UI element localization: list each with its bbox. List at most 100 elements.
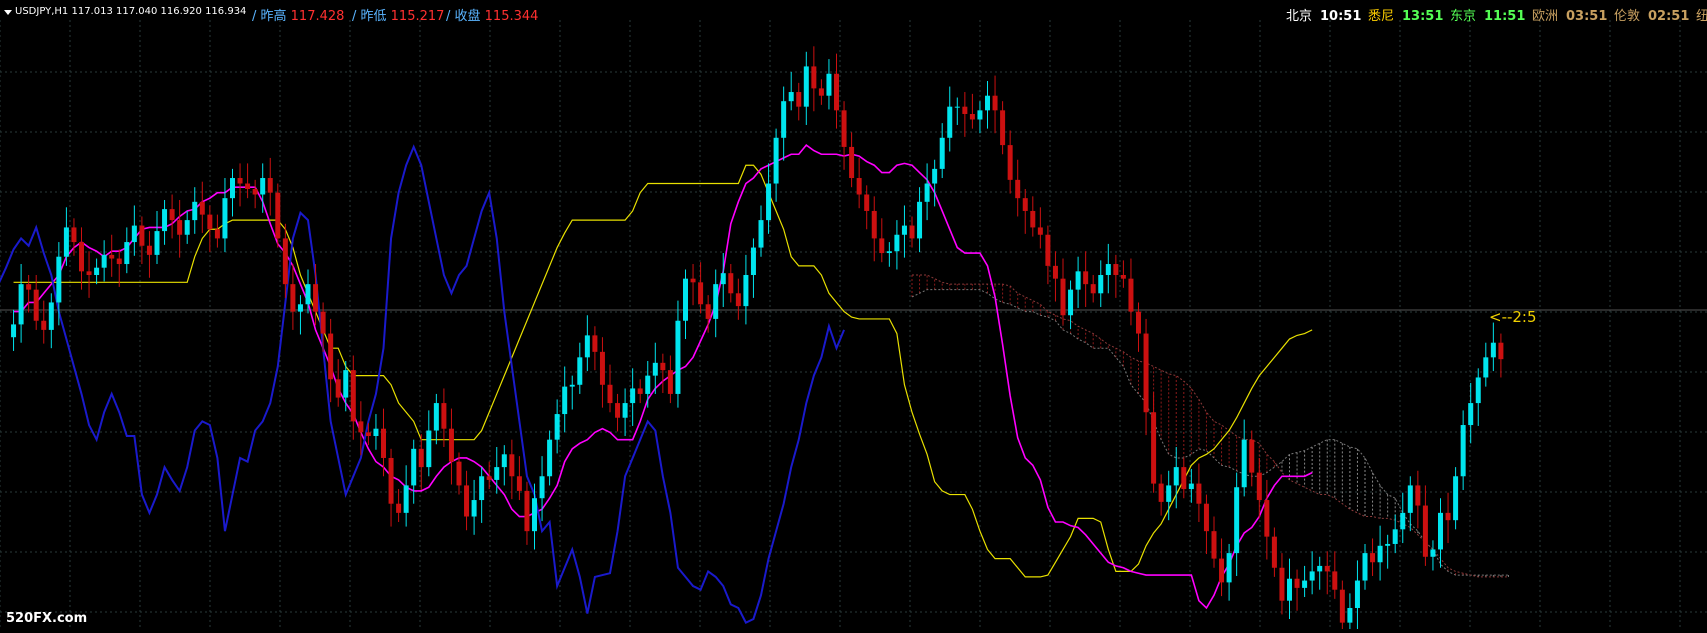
candle-body — [1052, 265, 1058, 279]
candle-body — [381, 428, 386, 458]
candle-body — [1211, 531, 1217, 559]
candle-body — [615, 403, 621, 418]
candle-body — [1362, 553, 1368, 581]
candle-body — [1234, 487, 1240, 554]
candle-body — [479, 476, 485, 501]
candle-body — [1045, 234, 1051, 266]
candle-body — [1294, 578, 1300, 588]
symbol-info: USDJPY,H1 117.013 117.040 116.920 116.93… — [15, 6, 247, 17]
candle-body — [313, 284, 319, 312]
candle-body — [690, 278, 696, 283]
candle-body — [781, 101, 787, 138]
candle-body — [554, 414, 560, 440]
candle-body — [94, 267, 100, 276]
clock-city: 伦敦 — [1614, 9, 1641, 24]
candle-body — [26, 284, 32, 290]
candle-body — [1407, 485, 1413, 513]
candle-body — [350, 370, 356, 422]
candle-body — [48, 302, 54, 330]
candle-body — [562, 386, 568, 415]
candle-body — [290, 284, 296, 312]
candle-body — [1173, 467, 1179, 486]
candle-body — [630, 388, 636, 404]
candle-body — [486, 476, 492, 480]
candle-body — [1453, 476, 1459, 521]
candle-body — [1037, 227, 1043, 235]
candle-body — [1317, 565, 1323, 572]
candle-body — [962, 106, 968, 114]
candle-body — [1279, 567, 1285, 601]
candle-body — [743, 275, 749, 307]
candle-body — [705, 304, 711, 319]
chart-area[interactable] — [0, 0, 1707, 633]
close: / 收盘 115.344 — [446, 5, 538, 24]
candle-body — [124, 242, 130, 265]
candle-body — [1030, 210, 1036, 228]
candle-body — [592, 335, 598, 352]
candle-body — [622, 403, 628, 418]
candle-body — [1460, 425, 1466, 477]
candle-body — [192, 201, 198, 221]
candle-body — [901, 225, 907, 235]
clock-city: 纽约 — [1696, 9, 1707, 24]
candle-body — [471, 500, 477, 517]
symbol-dropdown-icon[interactable] — [4, 10, 12, 15]
candle-body — [1083, 271, 1089, 285]
candle-body — [139, 225, 145, 246]
candle-body — [1422, 505, 1428, 557]
candle-body — [1415, 485, 1421, 506]
candle-body — [750, 247, 756, 276]
candle-body — [947, 106, 953, 138]
candle-body — [864, 194, 870, 211]
candle-body — [1007, 145, 1013, 180]
candle-body — [335, 379, 341, 398]
candle-body — [214, 229, 220, 239]
candle-body — [320, 311, 326, 334]
candle-body — [909, 225, 915, 239]
candle-body — [1271, 536, 1277, 568]
clock-time: 11:51 — [1484, 9, 1526, 24]
candle-body — [267, 178, 273, 193]
candle-body — [1113, 264, 1119, 276]
clock-0: 北京 10:51 — [1286, 5, 1361, 24]
candle-body — [237, 178, 243, 184]
candle-body — [584, 335, 590, 358]
candle-body — [1151, 412, 1157, 484]
prev-high-value: 117.428 — [290, 9, 345, 24]
clock-time: 10:51 — [1320, 9, 1362, 24]
chart-background — [0, 0, 1707, 629]
candle-body — [1475, 377, 1481, 404]
candle-body — [71, 227, 77, 243]
candle-body — [101, 254, 107, 268]
candle-body — [683, 278, 688, 321]
candle-body — [1498, 342, 1504, 360]
candle-body — [1022, 198, 1028, 211]
candle-body — [1219, 558, 1225, 583]
candle-body — [924, 183, 930, 202]
candle-body — [796, 92, 802, 107]
candle-body — [1309, 571, 1315, 581]
clock-city: 欧洲 — [1532, 9, 1559, 24]
candle-body — [1241, 439, 1247, 488]
candle-body — [1105, 264, 1111, 276]
candle-body — [637, 388, 643, 394]
candle-body — [411, 448, 417, 486]
candle-body — [954, 106, 960, 108]
candle-body — [297, 304, 303, 312]
candle-body — [841, 110, 847, 147]
candle-body — [464, 485, 470, 517]
candle-body — [1377, 545, 1383, 563]
candle-body — [1438, 512, 1443, 550]
candle-body — [1075, 271, 1081, 290]
candle-body — [199, 201, 205, 215]
candle-body — [509, 454, 515, 477]
candle-body — [698, 282, 704, 305]
price-chart[interactable] — [0, 0, 1707, 633]
candle-body — [245, 183, 251, 190]
candle-body — [532, 498, 537, 532]
candle-body — [1203, 503, 1209, 532]
prev-low-value: 115.217 — [390, 9, 445, 24]
candle-body — [56, 256, 62, 303]
candle-body — [728, 273, 734, 294]
candle-body — [818, 88, 824, 96]
